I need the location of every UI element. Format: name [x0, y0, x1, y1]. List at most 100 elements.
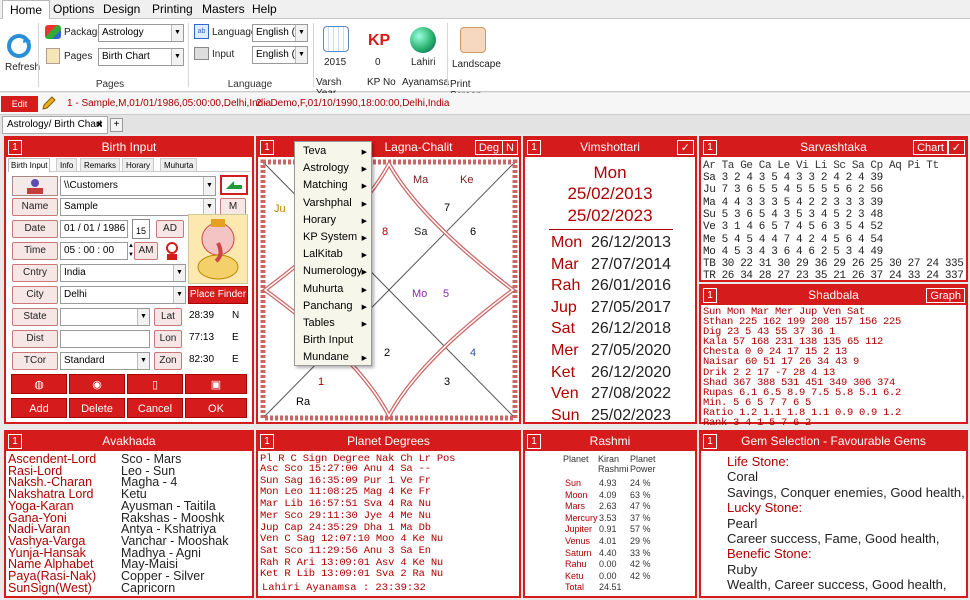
- chart-button[interactable]: Chart: [913, 140, 948, 155]
- place-finder-button[interactable]: Place Finder: [188, 286, 248, 304]
- dasha-planet[interactable]: Jup: [551, 299, 577, 317]
- profile-1[interactable]: 1 - Sample,M,01/01/1986,05:00:00,Delhi,I…: [67, 98, 271, 109]
- menu-item-astrology[interactable]: Astrology ▶: [295, 161, 371, 177]
- zone-field[interactable]: 82:30: [186, 352, 226, 370]
- edit-dob-button[interactable]: Edit DOB: [1, 96, 38, 125]
- globe-button[interactable]: ◍: [11, 374, 67, 394]
- dasha-planet[interactable]: Mar: [551, 256, 579, 274]
- menu-item-horary[interactable]: Horary ▶: [295, 213, 371, 229]
- close-tab-icon[interactable]: ✖: [96, 117, 103, 133]
- varsh-year-button[interactable]: 2015 Varsh Year: [316, 23, 356, 99]
- planet-ju[interactable]: Ju: [274, 203, 286, 215]
- planet-mo[interactable]: Mo: [412, 288, 427, 300]
- language-select[interactable]: English (E ▼: [252, 24, 308, 42]
- zone-button[interactable]: Zon: [154, 352, 182, 370]
- time-button[interactable]: Time: [12, 242, 58, 260]
- menu-item-muhurta[interactable]: Muhurta ▶: [295, 282, 371, 298]
- target-button[interactable]: ◉: [69, 374, 125, 394]
- folder-select[interactable]: \\Customers ▼: [60, 176, 216, 196]
- tab-birth-chart[interactable]: Astrology/ Birth Chart ✖: [2, 116, 108, 134]
- profile-2[interactable]: 2 - Demo,F,01/10/1990,18:00:00,Delhi,Ind…: [256, 98, 449, 109]
- menu-tab-masters[interactable]: Masters: [195, 0, 252, 19]
- dasha-planet[interactable]: Ket: [551, 364, 575, 382]
- kp-no-button[interactable]: KP 0 KP No: [362, 23, 398, 89]
- date-field[interactable]: 01 / 01 / 1986: [60, 220, 128, 238]
- city-field[interactable]: Delhi ▼: [60, 286, 186, 304]
- district-button[interactable]: Dist: [12, 330, 58, 348]
- planet-ke[interactable]: Ke: [460, 174, 473, 186]
- vimshottari-check[interactable]: ✓: [676, 140, 694, 155]
- lat-button[interactable]: Lat: [154, 308, 182, 326]
- menu-item-matching[interactable]: Matching ▶: [295, 178, 371, 194]
- subtab-muhurta[interactable]: Muhurta: [160, 158, 198, 172]
- subtab-info[interactable]: Info: [56, 158, 78, 172]
- menu-item-panchang[interactable]: Panchang ▶: [295, 299, 371, 315]
- district-field[interactable]: [60, 330, 150, 348]
- time-field[interactable]: 05 : 00 : 00: [60, 242, 128, 260]
- planet-sa[interactable]: Sa: [414, 226, 427, 238]
- refresh-button[interactable]: Refresh: [5, 25, 40, 77]
- ok-button[interactable]: OK: [185, 398, 247, 418]
- menu-item-numerology[interactable]: Numerology ▶: [295, 264, 371, 280]
- dasha-planet[interactable]: Sat: [551, 320, 575, 338]
- clock-person-icon[interactable]: [163, 241, 181, 261]
- dasha-planet[interactable]: Ven: [551, 385, 579, 403]
- name-button[interactable]: Name: [12, 198, 58, 216]
- dasha-planet[interactable]: Rah: [551, 277, 580, 295]
- ampm-button[interactable]: AM: [134, 242, 158, 260]
- cancel-button[interactable]: Cancel: [127, 398, 183, 418]
- state-button[interactable]: State: [12, 308, 58, 326]
- menu-tab-design[interactable]: Design: [96, 0, 147, 19]
- add-tab-button[interactable]: +: [110, 118, 123, 132]
- tcor-field[interactable]: Standard ▼: [60, 352, 150, 370]
- deg-button[interactable]: Deg: [474, 140, 503, 155]
- delete-button[interactable]: Delete: [69, 398, 125, 418]
- open-folder-button[interactable]: [220, 175, 248, 195]
- subtab-remarks[interactable]: Remarks: [80, 158, 121, 172]
- menu-item-teva[interactable]: Teva ▶: [295, 144, 371, 160]
- menu-tab-help[interactable]: Help: [245, 0, 284, 19]
- date-button[interactable]: Date: [12, 220, 58, 238]
- dasha-planet[interactable]: Mer: [551, 342, 579, 360]
- zone-direction[interactable]: E: [232, 354, 239, 365]
- planet-ma[interactable]: Ma: [413, 174, 428, 186]
- n-button[interactable]: N: [502, 140, 518, 155]
- customer-button[interactable]: [12, 176, 58, 196]
- graph-button[interactable]: Graph: [926, 288, 965, 303]
- new-document-button[interactable]: ▯: [127, 374, 183, 394]
- country-field[interactable]: India ▼: [60, 264, 186, 282]
- menu-tab-home[interactable]: Home: [2, 0, 51, 20]
- city-button[interactable]: City: [12, 286, 58, 304]
- menu-item-mundane[interactable]: Mundane ▶: [295, 350, 371, 366]
- lat-direction[interactable]: N: [232, 310, 239, 321]
- lon-button[interactable]: Lon: [154, 330, 182, 348]
- lon-direction[interactable]: E: [232, 332, 239, 343]
- landscape-button[interactable]: Landscape Print Screen: [450, 23, 501, 101]
- input-language-select[interactable]: English (E ▼: [252, 46, 308, 64]
- pencil-icon[interactable]: [40, 96, 56, 112]
- tcor-button[interactable]: TCor: [12, 352, 58, 370]
- menu-item-birth-input[interactable]: Birth Input: [295, 333, 371, 349]
- menu-item-kp-system[interactable]: KP System ▶: [295, 230, 371, 246]
- dasha-planet[interactable]: Mon: [551, 234, 582, 252]
- country-button[interactable]: Cntry: [12, 264, 58, 282]
- subtab-birth-input[interactable]: Birth Input: [8, 158, 51, 172]
- add-button[interactable]: Add: [11, 398, 67, 418]
- ayanamsa-button[interactable]: Lahiri Ayanamsa: [402, 23, 449, 89]
- lon-field[interactable]: 77:13: [186, 330, 226, 348]
- dasha-planet[interactable]: Sun: [551, 407, 579, 425]
- era-button[interactable]: AD: [156, 220, 184, 238]
- menu-item-tables[interactable]: Tables ▶: [295, 316, 371, 332]
- state-field[interactable]: ▼: [60, 308, 150, 326]
- calendar-icon[interactable]: 15: [132, 219, 150, 239]
- menu-tab-options[interactable]: Options: [46, 0, 101, 19]
- menu-item-lalkitab[interactable]: LalKitab ▶: [295, 247, 371, 263]
- menu-item-varshphal[interactable]: Varshphal ▶: [295, 196, 371, 212]
- menu-tab-printing[interactable]: Printing: [145, 0, 200, 19]
- pages-select[interactable]: Birth Chart ▼: [98, 48, 184, 66]
- subtab-horary[interactable]: Horary: [122, 158, 155, 172]
- package-select[interactable]: Astrology ▼: [98, 24, 184, 42]
- save-disk-button[interactable]: ▣: [185, 374, 247, 394]
- lat-field[interactable]: 28:39: [186, 308, 226, 326]
- sarvashtaka-check[interactable]: ✓: [947, 140, 965, 155]
